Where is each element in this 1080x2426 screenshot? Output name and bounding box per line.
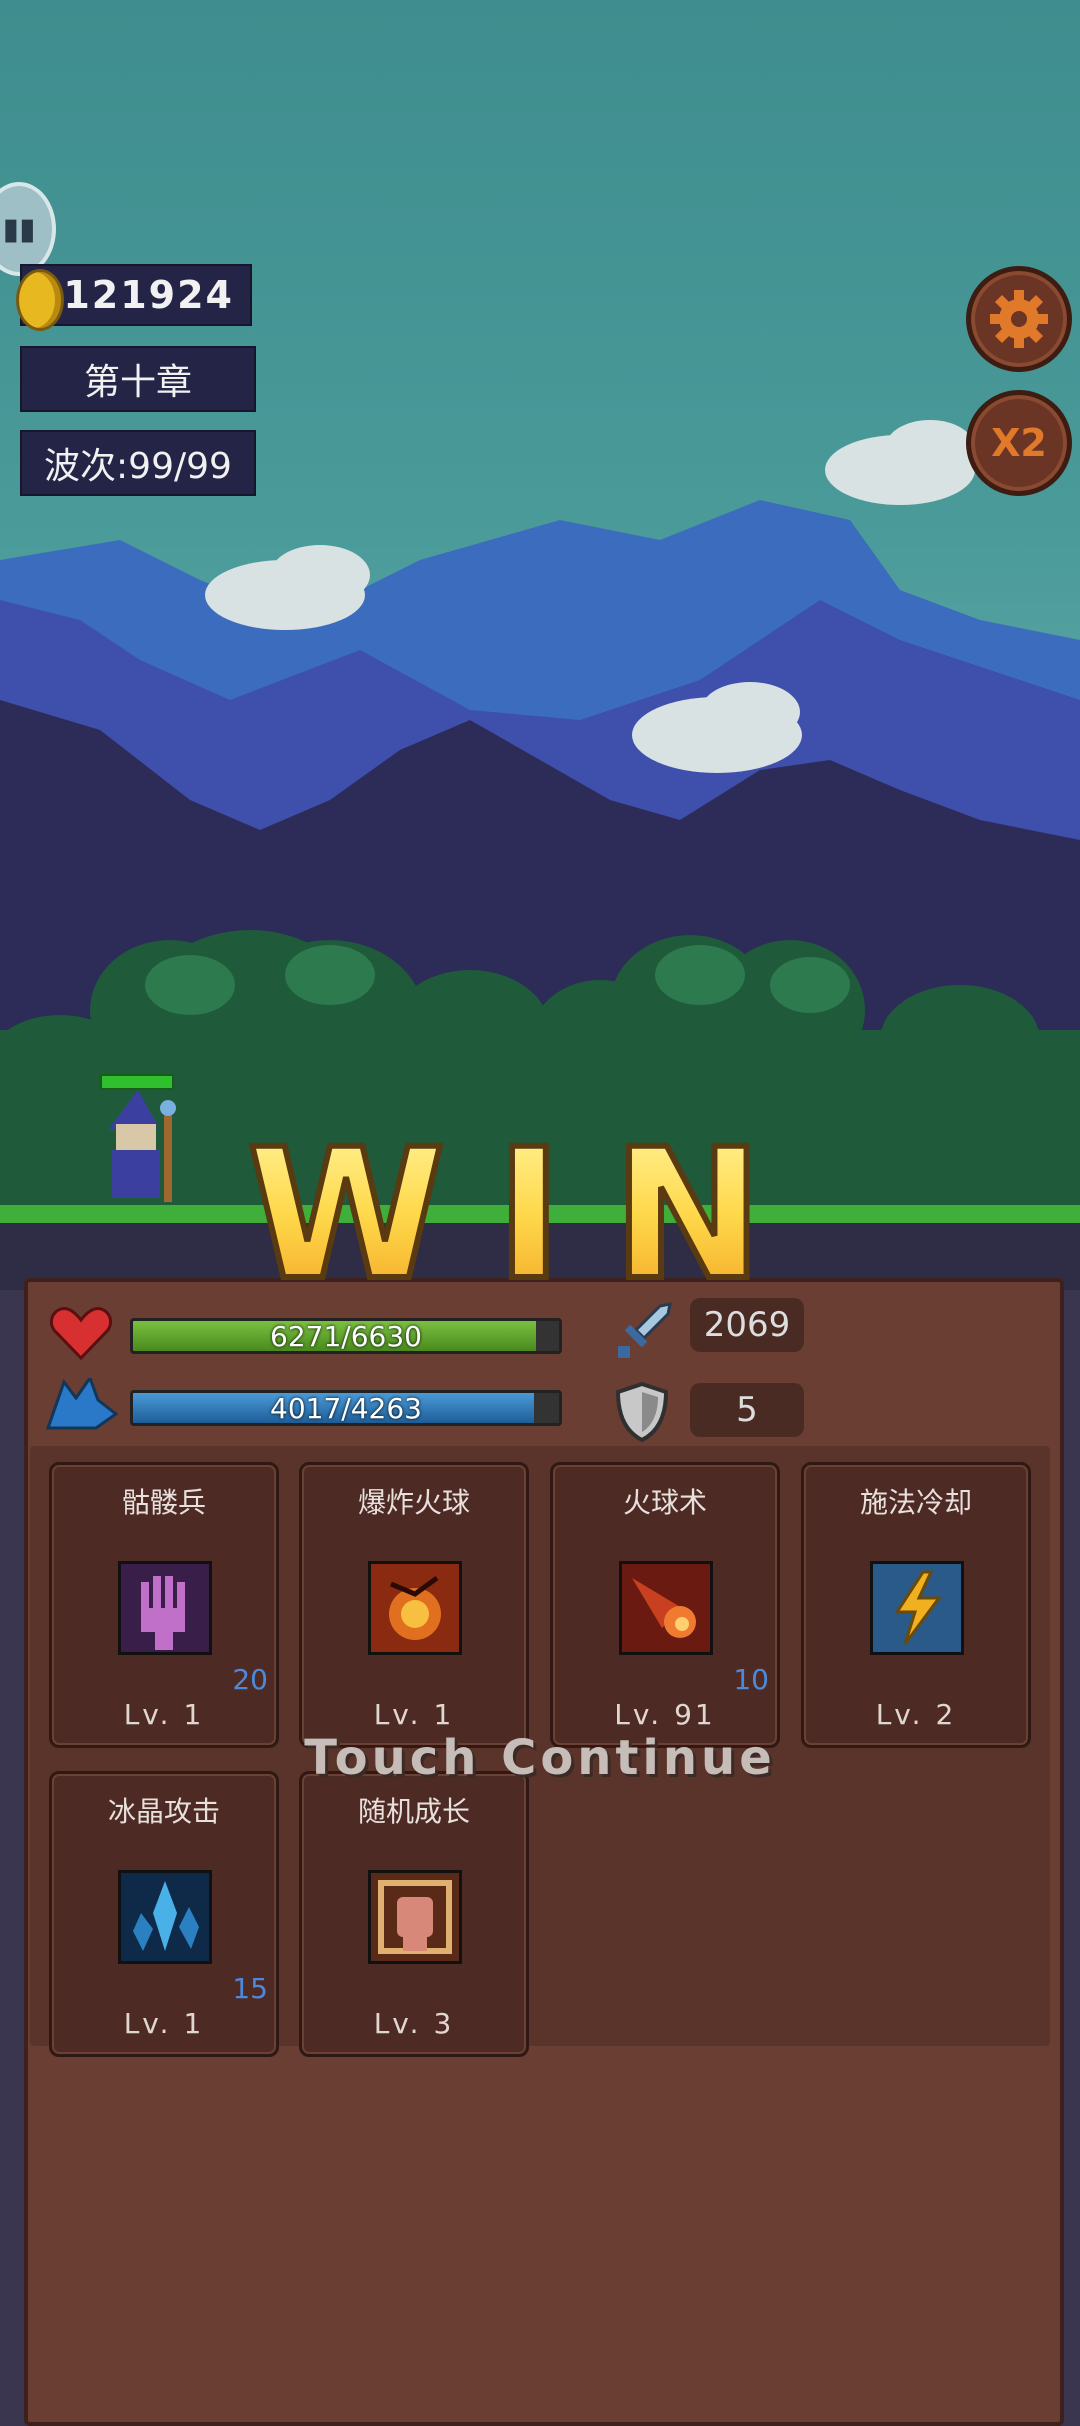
fireball-icon — [619, 1561, 713, 1655]
fist-icon — [368, 1870, 462, 1964]
gear-icon — [990, 290, 1048, 348]
win-banner: WIN — [244, 1115, 813, 1295]
skill-card-fireball[interactable]: 火球术 10 Lv. 91 — [550, 1462, 780, 1748]
mp-bar: 4017/4263 — [130, 1390, 562, 1426]
explosion-icon — [368, 1561, 462, 1655]
heart-icon — [50, 1307, 112, 1360]
skill-count: 10 — [733, 1663, 769, 1696]
skill-name: 施法冷却 — [859, 1486, 972, 1519]
skill-level: Lv. 1 — [123, 1698, 205, 1731]
skill-card-skeleton[interactable]: 骷髅兵 20 Lv. 1 — [49, 1462, 279, 1748]
chapter-label: 第十章 — [20, 346, 256, 412]
skill-level: Lv. 3 — [373, 2007, 455, 2040]
wizard-character — [108, 1090, 176, 1202]
skill-count: 15 — [232, 1972, 268, 2005]
player-health-bar — [100, 1074, 174, 1090]
coin-amount: 121924 — [63, 273, 234, 317]
coin-counter: 121924 — [16, 264, 252, 331]
ice-crystal-icon — [118, 1870, 212, 1964]
wave-counter: 波次:99/99 — [20, 430, 256, 496]
sword-icon — [618, 1302, 672, 1358]
skill-level: Lv. 1 — [373, 1698, 455, 1731]
hp-text: 6271/6630 — [270, 1319, 422, 1353]
mp-text: 4017/4263 — [270, 1391, 422, 1425]
skill-level: Lv. 1 — [123, 2007, 205, 2040]
skill-name: 火球术 — [622, 1486, 707, 1519]
lightning-icon — [870, 1561, 964, 1655]
skill-card-cast-cooldown[interactable]: 施法冷却 Lv. 2 — [801, 1462, 1031, 1748]
speed-x2-button[interactable]: X2 — [966, 390, 1072, 496]
attack-value: 2069 — [690, 1298, 804, 1352]
mana-crystal-icon — [46, 1378, 118, 1430]
chat-bubble-icon: ▮▮ — [2, 211, 36, 247]
coin-icon — [16, 269, 64, 331]
hp-bar: 6271/6630 — [130, 1318, 562, 1354]
game-scene — [0, 0, 1080, 1290]
skill-card-random-growth[interactable]: 随机成长 Lv. 3 — [299, 1771, 529, 2057]
skill-level: Lv. 2 — [875, 1698, 957, 1731]
win-text: WIN — [247, 1115, 813, 1295]
skill-card-explosive-fireball[interactable]: 爆炸火球 Lv. 1 — [299, 1462, 529, 1748]
skill-count: 20 — [232, 1663, 268, 1696]
skeleton-hand-icon — [118, 1561, 212, 1655]
shield-icon — [615, 1382, 669, 1442]
skill-card-ice-crystal[interactable]: 冰晶攻击 15 Lv. 1 — [49, 1771, 279, 2057]
skill-name: 冰晶攻击 — [107, 1795, 220, 1828]
skill-level: Lv. 91 — [614, 1698, 716, 1731]
defense-value: 5 — [690, 1383, 804, 1437]
speed-x2-label: X2 — [991, 421, 1047, 465]
skill-name: 骷髅兵 — [121, 1486, 206, 1519]
touch-continue-prompt[interactable]: Touch Continue — [0, 1730, 1080, 1786]
skill-name: 爆炸火球 — [357, 1486, 470, 1519]
settings-button[interactable] — [966, 266, 1072, 372]
skill-name: 随机成长 — [357, 1795, 470, 1828]
